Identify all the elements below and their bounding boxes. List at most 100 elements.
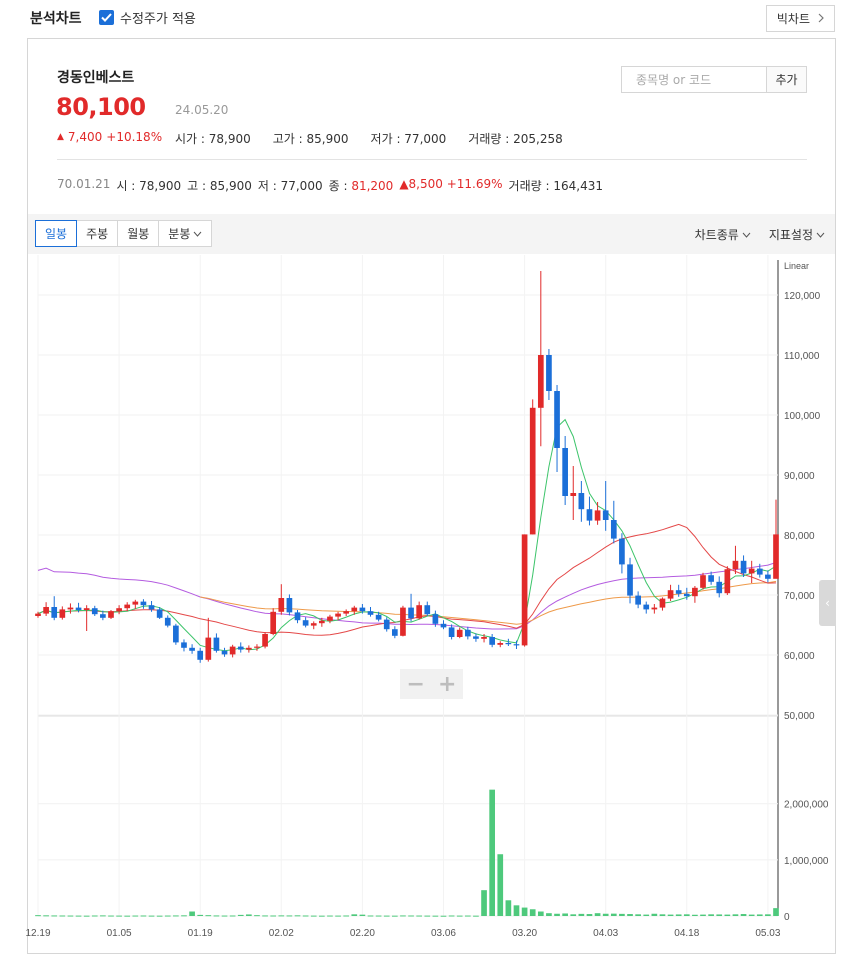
candle-body (213, 637, 220, 651)
candlestick-chart[interactable]: 50,000 60,000 70,000 80,000 90,000 100,000 110… (0, 0, 842, 961)
volume-bar (221, 915, 228, 917)
x-tick-label: 01.19 (188, 928, 213, 939)
candle-body (440, 623, 447, 628)
candle-body (570, 493, 577, 496)
candle-body (205, 637, 212, 660)
candle-body (294, 612, 301, 621)
volume-bar (440, 915, 447, 917)
x-tick-label: 02.02 (269, 928, 294, 939)
candle-body (278, 598, 285, 612)
zoom-in-button[interactable]: + (438, 672, 456, 697)
candle-body (237, 646, 244, 650)
candle-body (619, 538, 625, 565)
candle-body (383, 619, 390, 630)
volume-bar (310, 915, 317, 917)
candle-body (513, 644, 520, 646)
volume-bar (343, 915, 350, 917)
candle-body (59, 609, 66, 618)
volume-bar (408, 915, 414, 917)
volume-bar (335, 915, 341, 917)
candle-body (627, 564, 633, 596)
candle-body (683, 593, 690, 597)
candle-body (675, 590, 682, 594)
candle-body (432, 614, 439, 624)
x-tick-label: 04.03 (593, 928, 618, 939)
candle-body (416, 605, 423, 619)
candle-body (375, 614, 382, 620)
volume-bar (35, 915, 41, 917)
candle-body (35, 613, 41, 616)
candle-body (67, 607, 74, 610)
volume-bar (197, 914, 204, 916)
candle-body (562, 448, 568, 496)
price-tick-label: 90,000 (784, 471, 815, 482)
candle-body (270, 611, 277, 634)
candle-body (262, 634, 268, 647)
volume-bar (367, 915, 374, 917)
side-panel-toggle[interactable]: ‹ (819, 580, 836, 626)
volume-bar (578, 913, 585, 916)
zoom-out-button[interactable]: − (407, 672, 425, 697)
candle-body (481, 637, 487, 639)
candle-body (700, 575, 706, 588)
candle-body (148, 605, 155, 610)
x-tick-label: 05.03 (755, 928, 780, 939)
price-tick-label: 60,000 (784, 651, 815, 662)
tab-daily[interactable]: 일봉 (35, 220, 78, 247)
volume-bar (724, 914, 731, 916)
volume-bar (683, 914, 690, 916)
candle-body (424, 605, 431, 615)
volume-bar (667, 914, 674, 916)
x-tick-label: 01.05 (107, 928, 132, 939)
x-tick-label: 03.20 (512, 928, 537, 939)
volume-bar (181, 915, 187, 917)
volume-bar (537, 911, 544, 916)
plot-bg (38, 255, 778, 916)
volume-bar (602, 913, 609, 916)
volume-bar (529, 909, 536, 916)
candle-body (732, 560, 739, 570)
candle-body (489, 637, 495, 645)
volume-bar (229, 915, 236, 917)
volume-bar (391, 915, 398, 917)
volume-bar (140, 915, 147, 917)
candle-body (156, 609, 163, 618)
volume-bar (327, 915, 333, 917)
volume-bar (116, 915, 122, 917)
volume-bar (732, 914, 739, 916)
price-tick-label: 120,000 (784, 291, 821, 302)
candle-body (132, 601, 139, 605)
volume-bar (675, 914, 682, 916)
candle-body (667, 590, 674, 599)
candle-body (351, 607, 358, 612)
candle-body (83, 608, 90, 610)
volume-bar (254, 915, 260, 917)
volume-bar (464, 915, 471, 917)
volume-bar (302, 915, 309, 917)
volume-bar (651, 913, 658, 916)
candle-body (448, 627, 455, 637)
volume-bar (262, 915, 268, 917)
volume-bar (400, 915, 406, 917)
candle-body (594, 510, 601, 521)
volume-bar (448, 915, 455, 917)
candle-body (635, 595, 641, 605)
volume-bar (359, 914, 366, 916)
volume-bar (586, 914, 593, 916)
scale-label: Linear (784, 261, 809, 271)
volume-bar (432, 915, 439, 917)
candle-body (756, 568, 763, 575)
candle-body (546, 355, 552, 391)
candle-body (610, 520, 617, 539)
candle-body (75, 607, 82, 610)
volume-bar (570, 914, 577, 916)
candle-body (497, 643, 504, 645)
volume-bar (375, 915, 382, 917)
x-tick-label: 12.19 (25, 928, 50, 939)
candle-body (400, 607, 406, 636)
volume-bar (740, 914, 747, 916)
candle-body (108, 611, 114, 618)
price-tick-label: 80,000 (784, 531, 815, 542)
candle-body (473, 636, 479, 639)
candle-body (189, 647, 195, 651)
